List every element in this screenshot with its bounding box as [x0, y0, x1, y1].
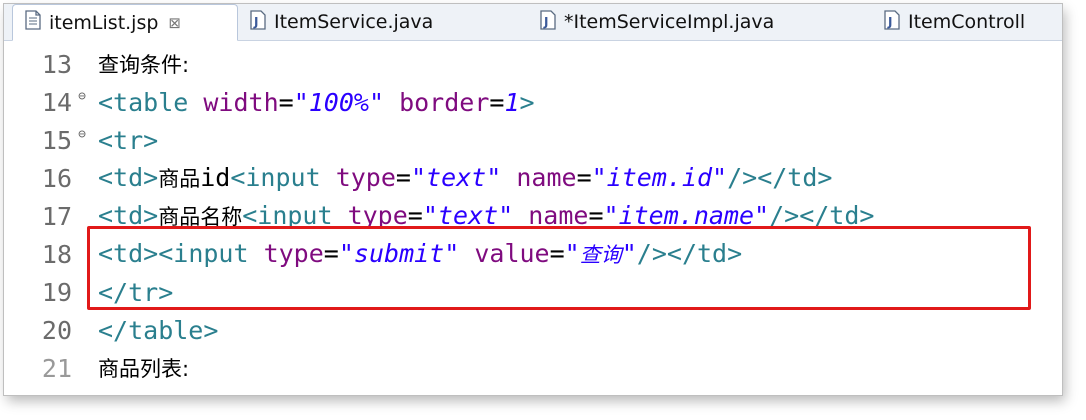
code-line: 14 ⊖ <table width="100%" border=1> — [4, 83, 1062, 121]
code-text: 查询条件: — [98, 53, 190, 77]
tag-open: <tr> — [98, 125, 159, 155]
code-line: 13 查询条件: — [4, 45, 1062, 83]
attr-value: "100%" — [293, 87, 384, 117]
tag-open: <input — [230, 163, 336, 192]
svg-text:J: J — [543, 15, 548, 29]
tag-open: <table — [98, 87, 204, 117]
equals: = — [395, 163, 411, 192]
label-text: id — [200, 163, 231, 192]
java-file-icon: J — [884, 9, 900, 35]
svg-text:J: J — [887, 15, 892, 29]
tag-open: <td> — [98, 163, 159, 192]
tag-close: > — [519, 87, 535, 117]
editor-window: itemList.jsp ⊠ J ItemService.java J *Ite… — [4, 4, 1062, 395]
equals: = — [489, 87, 505, 117]
line-number: 16 — [41, 163, 72, 193]
highlight-box — [87, 226, 1031, 310]
attr-name: name — [516, 163, 577, 192]
tab-itemserviceimpl-java[interactable]: J *ItemServiceImpl.java — [540, 4, 774, 40]
tab-itemcontroller-java[interactable]: J ItemControll — [884, 4, 1025, 40]
equals: = — [278, 87, 294, 117]
tab-label: *ItemServiceImpl.java — [564, 11, 775, 33]
attr-name: type — [335, 163, 396, 192]
line-number: 14 — [41, 87, 72, 117]
code-text: 商品列表: — [98, 357, 190, 381]
line-number: 21 — [41, 353, 72, 383]
close-icon[interactable]: ⊠ — [168, 14, 181, 32]
line-number: 13 — [41, 49, 72, 79]
jsp-file-icon — [25, 10, 41, 35]
tag-close: /></td> — [727, 163, 833, 192]
tab-label: itemList.jsp — [49, 11, 159, 34]
svg-text:J: J — [253, 15, 258, 29]
tab-itemlist-jsp[interactable]: itemList.jsp ⊠ — [12, 4, 238, 41]
code-line: 15 ⊖ <tr> — [4, 121, 1062, 159]
line-number: 19 — [41, 277, 72, 307]
line-number: 17 — [41, 201, 72, 231]
java-file-icon: J — [250, 9, 266, 35]
attr-value: "item.id" — [591, 163, 728, 192]
line-number: 15 — [41, 125, 72, 155]
label-text: 商品 — [158, 167, 201, 191]
tab-label: ItemControll — [908, 11, 1026, 33]
tab-label: ItemService.java — [274, 11, 434, 33]
attr-name: border — [399, 87, 490, 117]
attr-value: 1 — [504, 87, 520, 117]
line-number: 20 — [41, 315, 72, 345]
attr-value: "text" — [410, 163, 502, 192]
code-line: 21 商品列表: — [4, 349, 1062, 387]
equals: = — [576, 163, 592, 192]
line-number: 18 — [41, 239, 72, 269]
code-line: 16 <td>商品id<input type="text" name="item… — [4, 159, 1062, 197]
editor-tab-bar: itemList.jsp ⊠ J ItemService.java J *Ite… — [4, 4, 1062, 41]
fold-collapse-icon[interactable]: ⊖ — [72, 127, 92, 142]
code-editor[interactable]: 13 查询条件: 14 ⊖ <table width="100%" border=… — [4, 41, 1062, 395]
tag-close: </table> — [98, 315, 219, 345]
fold-collapse-icon[interactable]: ⊖ — [72, 89, 92, 104]
code-line: 20 </table> — [4, 311, 1062, 349]
java-file-icon: J — [540, 9, 556, 35]
tab-itemservice-java[interactable]: J ItemService.java — [250, 4, 433, 40]
attr-name: width — [203, 87, 279, 117]
